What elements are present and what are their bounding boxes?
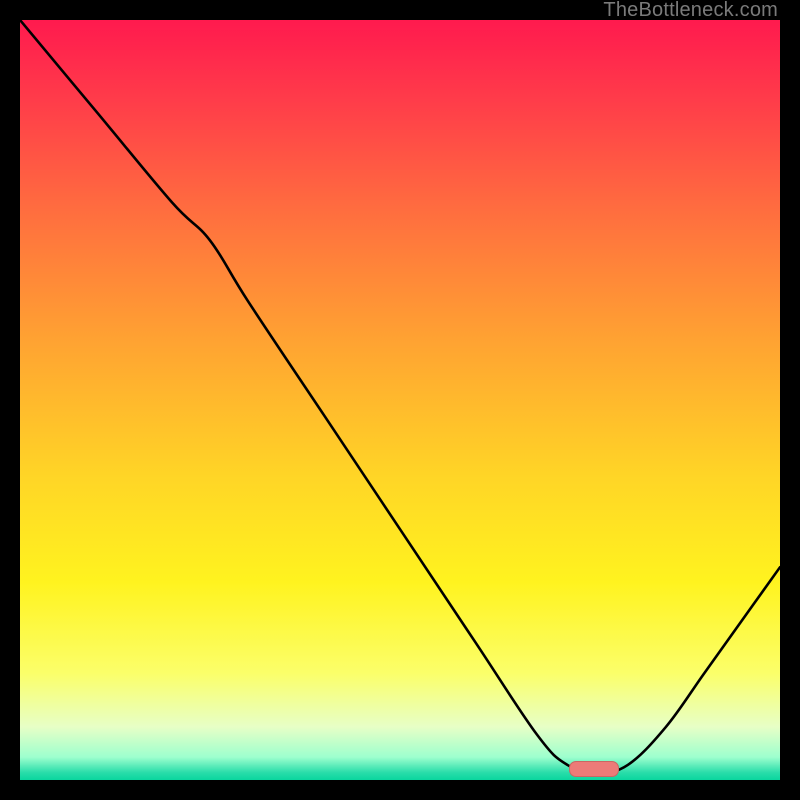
target-marker: [569, 761, 619, 777]
outer-frame: TheBottleneck.com: [0, 0, 800, 800]
watermark-text: TheBottleneck.com: [603, 0, 778, 20]
bottleneck-curve: [20, 20, 780, 780]
curve-path: [20, 20, 780, 772]
chart-plot-area: [20, 20, 780, 780]
